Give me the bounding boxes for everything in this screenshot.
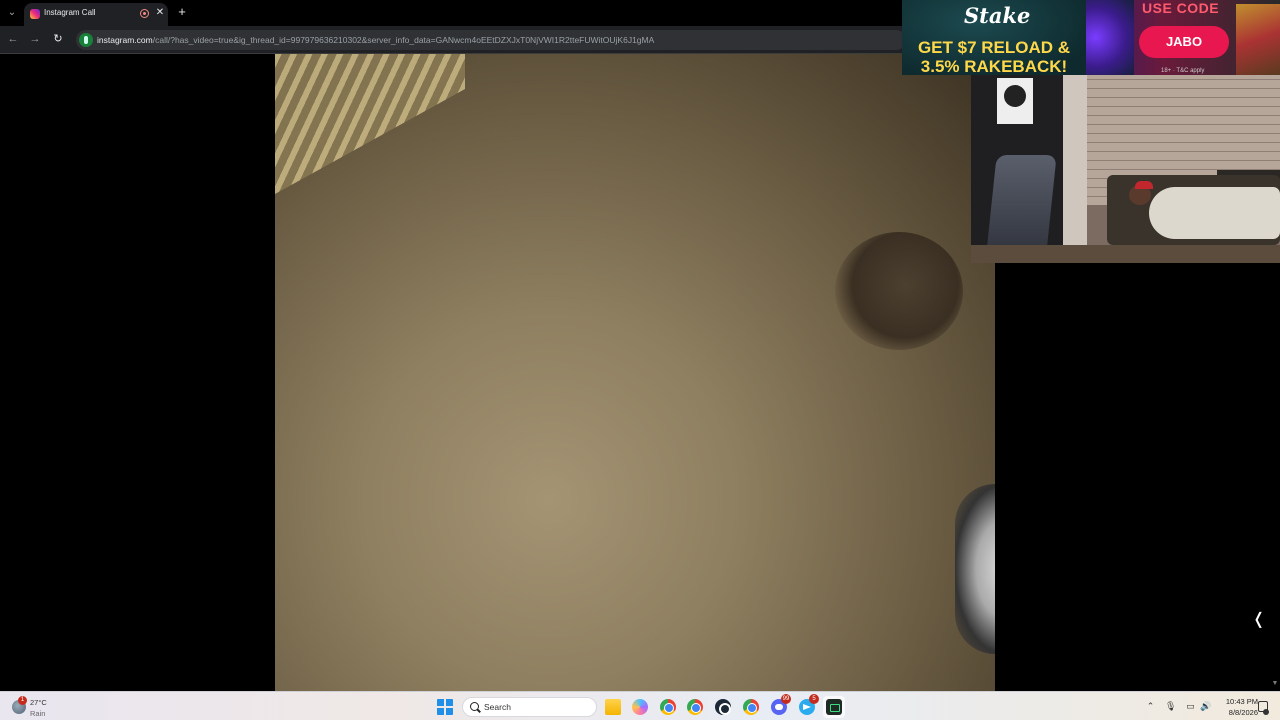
- sponsor-banner-left: Stake GET $7 RELOAD & 3.5% RAKEBACK!: [902, 0, 1086, 75]
- sponsor-banner-right: USE CODE JABO 18+ · T&C apply: [1086, 0, 1280, 75]
- taskbar-app-steam[interactable]: [712, 696, 734, 718]
- new-tab-button[interactable]: +: [175, 5, 189, 19]
- url-host: instagram.com: [97, 35, 153, 45]
- streamer-webcam: [971, 75, 1280, 263]
- video-wall-fixture: [835, 232, 963, 350]
- network-icon[interactable]: ▭: [1185, 701, 1196, 712]
- scroll-down-arrow[interactable]: ▼: [1270, 680, 1280, 690]
- discord-notification-badge: 99: [781, 694, 791, 704]
- copilot-icon: [632, 699, 648, 715]
- video-blinds: [275, 54, 465, 194]
- weather-condition: Rain: [30, 709, 46, 718]
- taskbar-app-terminal[interactable]: [823, 696, 845, 718]
- tab-close-button[interactable]: ✕: [154, 7, 166, 19]
- volume-icon[interactable]: 🔊: [1200, 701, 1211, 712]
- remote-video-feed[interactable]: [275, 54, 995, 691]
- sponsor-decoration: [1236, 4, 1280, 75]
- chrome-icon: [743, 699, 759, 715]
- sponsor-graphic: [1086, 0, 1134, 75]
- webcam-hat: [1135, 181, 1153, 189]
- taskbar-app-file-explorer[interactable]: [602, 696, 624, 718]
- tab-title: Instagram Call: [44, 8, 96, 17]
- sponsor-banner: Stake GET $7 RELOAD & 3.5% RAKEBACK! USE…: [902, 0, 1280, 75]
- promo-code: JABO: [1139, 26, 1229, 58]
- webcam-pillar: [1063, 75, 1087, 263]
- clock-time: 10:43 PM: [1225, 697, 1258, 706]
- search-icon: [470, 702, 479, 711]
- taskbar: 1 27°C Rain Search 99 5 ⌃ 🎙 ▭ 🔊 10:43 PM…: [0, 691, 1280, 720]
- taskbar-app-chrome-2[interactable]: [684, 696, 706, 718]
- taskbar-app-telegram[interactable]: 5: [796, 694, 819, 718]
- chevron-up-icon[interactable]: ⌃: [1145, 701, 1156, 712]
- recording-indicator-icon: [140, 9, 149, 18]
- sponsor-terms: 18+ · T&C apply: [1161, 68, 1205, 74]
- url-text[interactable]: instagram.com/call/?has_video=true&ig_th…: [97, 35, 897, 45]
- start-button[interactable]: [434, 696, 456, 718]
- steam-icon: [715, 699, 731, 715]
- terminal-icon: [826, 699, 842, 715]
- vinyl-record-icon: [1004, 85, 1026, 107]
- tab-search-button[interactable]: ⌄: [4, 5, 20, 21]
- taskbar-app-chrome-3[interactable]: [740, 696, 762, 718]
- telegram-notification-badge: 5: [809, 694, 819, 704]
- chrome-icon: [687, 699, 703, 715]
- reload-button[interactable]: ↻: [51, 32, 65, 46]
- chrome-icon: [660, 699, 676, 715]
- weather-temperature: 27°C: [30, 698, 47, 707]
- system-clock[interactable]: 10:43 PM 8/8/2026: [1216, 696, 1258, 718]
- address-bar[interactable]: instagram.com/call/?has_video=true&ig_th…: [76, 30, 906, 50]
- site-info-icon[interactable]: [79, 33, 93, 47]
- taskbar-app-chrome[interactable]: [657, 696, 679, 718]
- microphone-icon[interactable]: 🎙: [1165, 701, 1176, 712]
- sponsor-logo: Stake: [964, 3, 1031, 28]
- webcam-blanket: [1149, 187, 1280, 239]
- collapse-panel-button[interactable]: ❬: [1252, 610, 1265, 630]
- taskbar-app-copilot[interactable]: [629, 696, 651, 718]
- sponsor-headline-2: 3.5% RAKEBACK!: [920, 57, 1068, 75]
- desktop-screen: ⌄ Instagram Call ✕ + ← → ↻ instagram.com…: [0, 0, 1280, 720]
- weather-badge: 1: [18, 696, 27, 705]
- tab-instagram-call[interactable]: Instagram Call ✕: [24, 3, 168, 26]
- weather-widget[interactable]: 1 27°C Rain: [10, 695, 70, 719]
- windows-logo-icon: [437, 699, 453, 715]
- notification-bell-icon[interactable]: [1258, 701, 1269, 715]
- webcam-floor: [971, 245, 1280, 263]
- video-foreground-object: [955, 484, 995, 654]
- taskbar-app-discord[interactable]: 99: [768, 694, 791, 718]
- clock-date: 8/8/2026: [1228, 708, 1258, 717]
- webcam-poster: [997, 78, 1033, 124]
- taskbar-search-box[interactable]: Search: [462, 697, 597, 717]
- instagram-icon: [30, 9, 40, 19]
- folder-icon: [605, 699, 621, 715]
- use-code-label: USE CODE: [1142, 0, 1220, 16]
- sponsor-headline: GET $7 RELOAD &: [917, 38, 1071, 57]
- search-placeholder: Search: [484, 702, 511, 712]
- forward-button[interactable]: →: [28, 32, 42, 46]
- back-button[interactable]: ←: [6, 32, 20, 46]
- url-path: /call/?has_video=true&ig_thread_id=99797…: [152, 35, 655, 45]
